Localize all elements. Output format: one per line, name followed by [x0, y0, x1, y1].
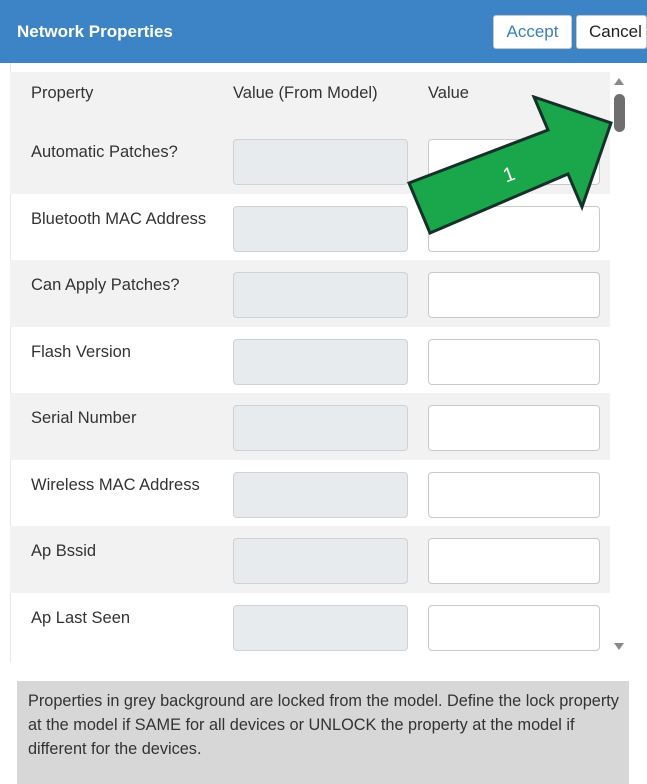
property-label: Ap Last Seen	[31, 609, 131, 627]
property-label: Ap Bssid	[31, 542, 97, 560]
value-input[interactable]	[428, 538, 600, 584]
model-value-field	[233, 272, 408, 318]
table-row: Ap Bssid	[10, 526, 610, 593]
table-row: Ap Last Seen	[10, 593, 610, 662]
table-row: Wireless MAC Address	[10, 460, 610, 526]
lock-info-panel: Properties in grey background are locked…	[17, 681, 629, 784]
model-value-field	[233, 339, 408, 385]
property-label: Serial Number	[31, 409, 137, 427]
value-input[interactable]	[428, 405, 600, 451]
property-label: Wireless MAC Address	[31, 476, 200, 494]
property-label: Bluetooth MAC Address	[31, 210, 207, 228]
callout-arrow-icon: 1	[407, 95, 613, 235]
model-value-field	[233, 605, 408, 651]
scroll-up-icon[interactable]	[614, 78, 624, 85]
table-row: Serial Number	[10, 393, 610, 460]
value-input[interactable]	[428, 339, 600, 385]
column-header-property: Property	[31, 84, 94, 102]
cancel-button[interactable]: Cancel	[576, 15, 647, 49]
table-row: Flash Version	[10, 327, 610, 393]
property-label: Flash Version	[31, 343, 131, 361]
accept-button[interactable]: Accept	[493, 15, 572, 49]
property-label: Automatic Patches?	[31, 143, 178, 161]
model-value-field	[233, 472, 408, 518]
property-label: Can Apply Patches?	[31, 276, 180, 294]
table-row: Can Apply Patches?	[10, 260, 610, 327]
column-header-model-value: Value (From Model)	[233, 84, 378, 102]
scroll-down-icon[interactable]	[614, 643, 624, 650]
value-input[interactable]	[428, 472, 600, 518]
dialog-title: Network Properties	[17, 22, 173, 41]
model-value-field	[233, 139, 408, 185]
model-value-field	[233, 538, 408, 584]
value-input[interactable]	[428, 605, 600, 651]
value-input[interactable]	[428, 272, 600, 318]
model-value-field	[233, 405, 408, 451]
dialog-header: Network Properties Accept Cancel	[0, 0, 647, 63]
model-value-field	[233, 206, 408, 252]
